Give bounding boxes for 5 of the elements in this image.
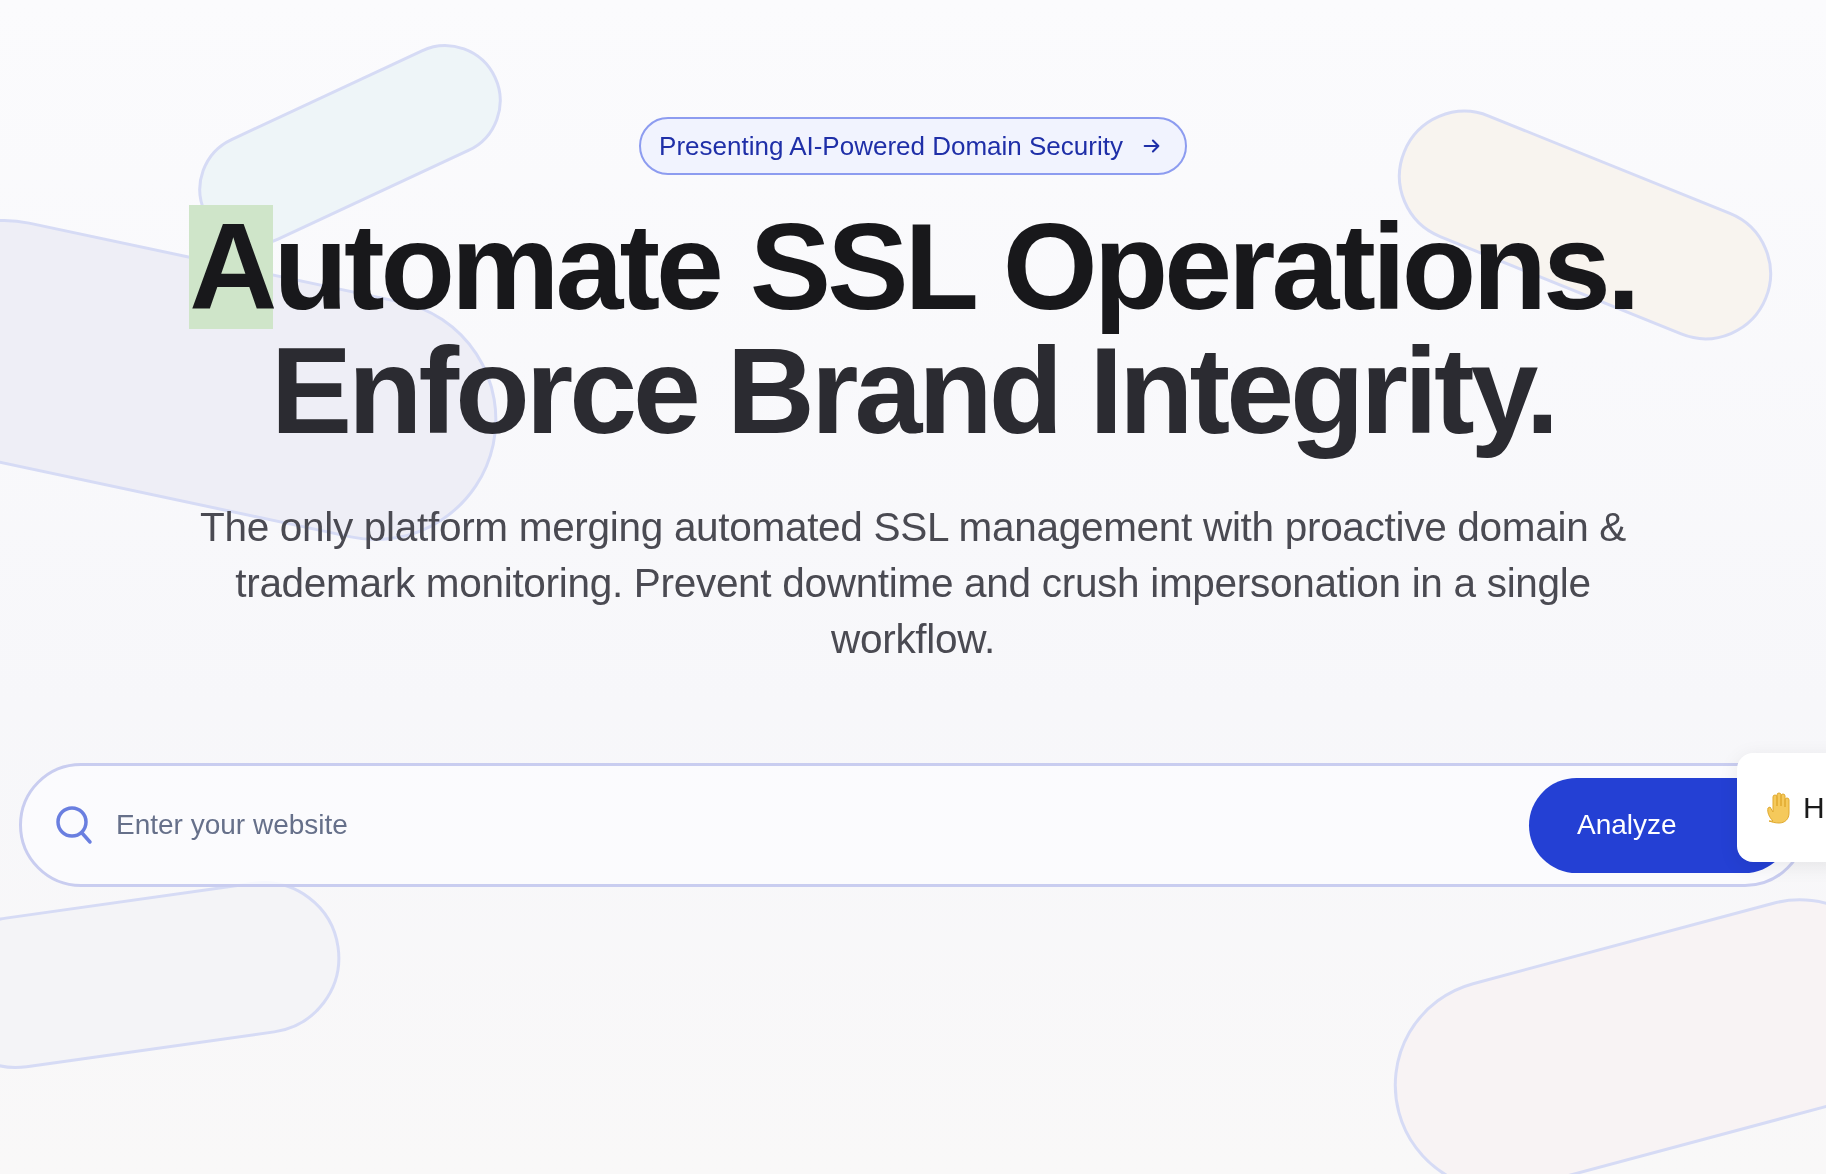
description-text: The only platform merging automated SSL management with proactive domain & trademark monitoring. Prevent downtime and crush impersonation in a single workflow. — [198, 503, 1628, 664]
search-icon — [54, 804, 94, 846]
chat-popup[interactable]: H — [1737, 753, 1826, 862]
announcement-badge[interactable]: Presenting AI-Powered Domain Security — [639, 117, 1187, 175]
headline: Automate SSL Operations. Enforce Brand Integrity. — [188, 201, 1638, 461]
